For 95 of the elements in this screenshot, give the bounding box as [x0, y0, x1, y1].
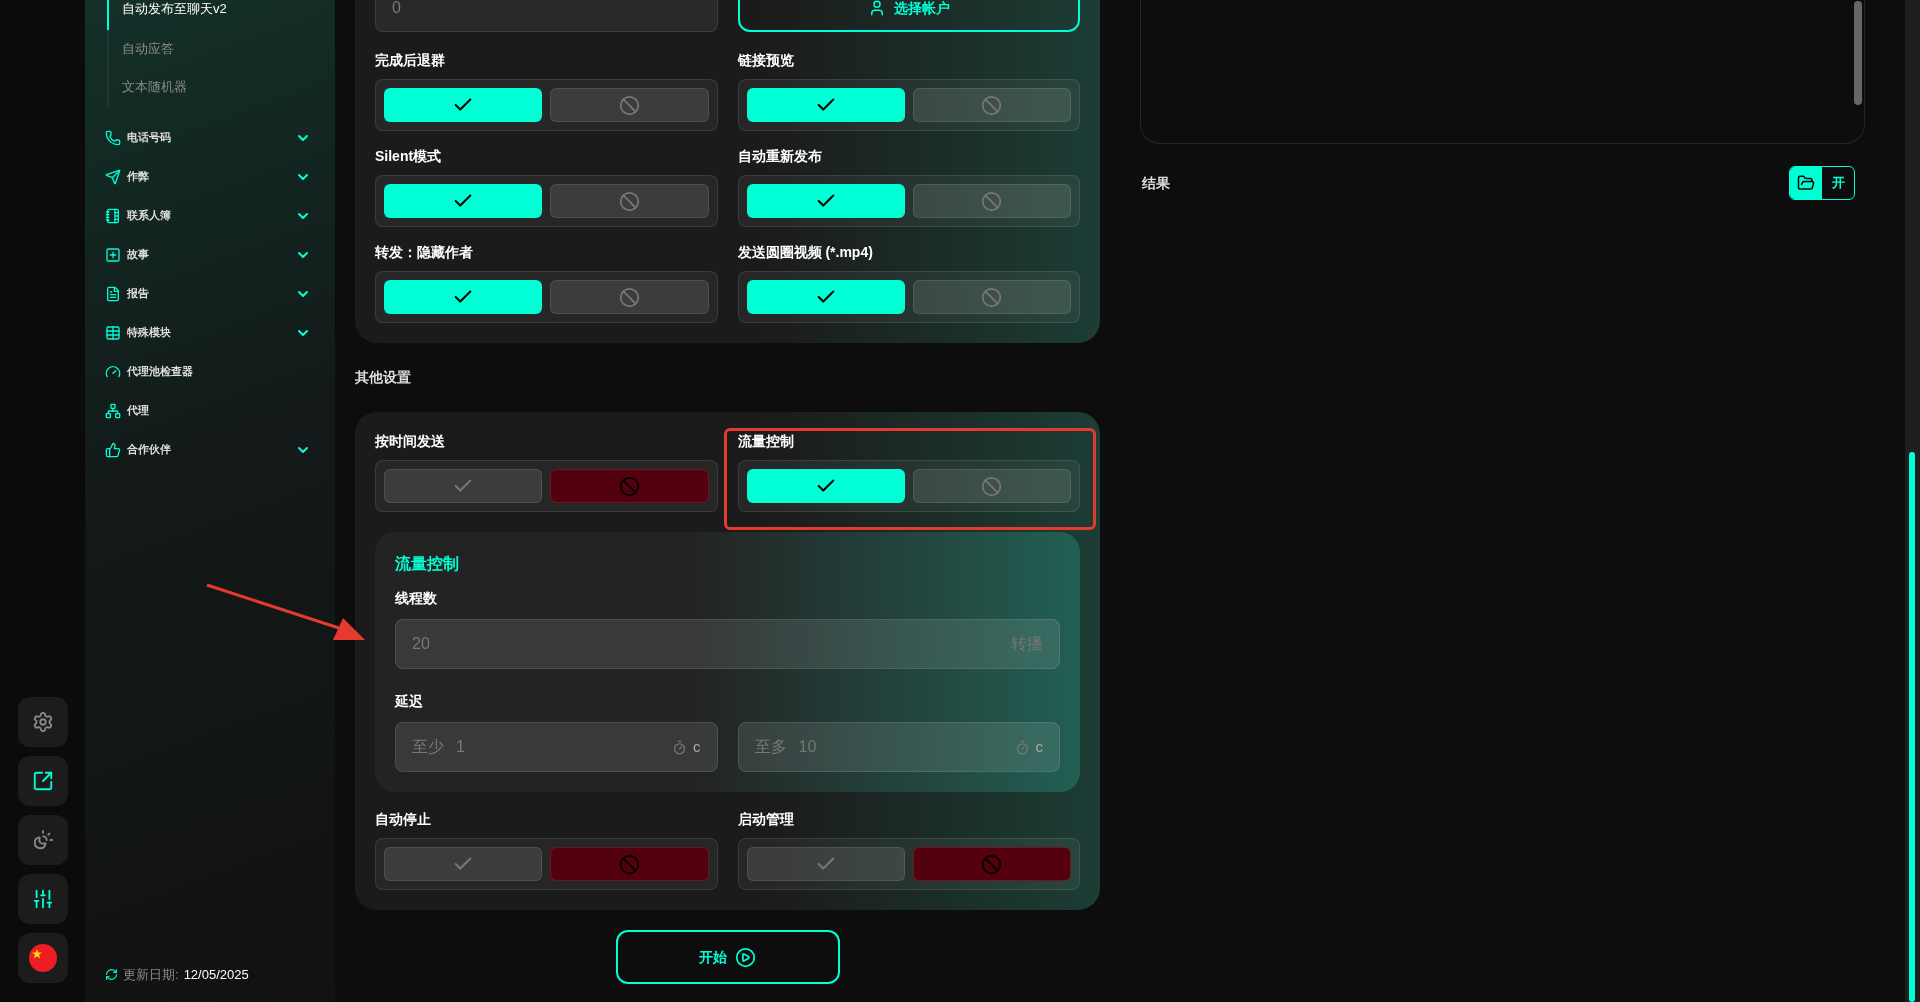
gauge-icon — [105, 363, 121, 380]
sidebar-item[interactable]: 特殊模块 — [105, 313, 315, 352]
plus-square-icon — [105, 246, 121, 263]
field-prefix: 至多 — [754, 737, 787, 757]
select-account-button[interactable]: 选择帐户 — [737, 0, 1080, 32]
timer-icon — [1014, 739, 1030, 755]
scrollbar-thumb[interactable] — [1854, 1, 1862, 105]
sidebar-item[interactable]: 代理 — [105, 391, 315, 430]
text-area[interactable] — [1140, 0, 1865, 144]
field-suffix: 转播 — [1011, 634, 1043, 654]
settings-icon — [31, 711, 54, 733]
number-input[interactable]: 10 — [798, 735, 1003, 759]
submenu-item[interactable]: 自动发布至聊天v2 — [107, 0, 315, 30]
enable-button[interactable] — [384, 184, 543, 218]
toggle-label: 转发：隐藏作者 — [375, 245, 474, 259]
ban-icon — [618, 853, 640, 875]
toggle-label: 启动管理 — [737, 812, 795, 826]
external-link-icon — [31, 770, 54, 792]
toggle-label: Silent模式 — [375, 149, 443, 163]
disable-button[interactable] — [912, 184, 1071, 218]
submenu-item[interactable]: 自动应答 — [107, 30, 315, 68]
ban-icon — [981, 475, 1003, 497]
update-date: 12/05/2025 — [183, 965, 249, 984]
update-label: 更新日期: — [123, 965, 179, 984]
enable-button[interactable] — [384, 88, 543, 122]
thumbs-up-icon — [105, 441, 121, 458]
panel-title: 流量控制 — [395, 554, 460, 574]
toggle-label: 链接预览 — [737, 53, 795, 67]
ban-icon — [618, 94, 640, 116]
sliders-icon — [31, 888, 54, 910]
disable-button[interactable] — [550, 88, 709, 122]
ban-icon — [981, 286, 1003, 308]
number-input[interactable]: 1 — [456, 735, 660, 759]
toggle-label: 自动重新发布 — [737, 149, 823, 163]
paper-plane-icon — [105, 168, 121, 185]
sun-icon — [31, 829, 54, 851]
sidebar-item[interactable]: 报告 — [105, 274, 315, 313]
toggle-label: 流量控制 — [737, 434, 795, 448]
section-title: 其他设置 — [355, 368, 412, 387]
enable-button[interactable] — [746, 184, 905, 218]
toggle-label: 按时间发送 — [375, 434, 446, 448]
rail-button[interactable] — [17, 874, 68, 924]
results-title: 结果 — [1142, 173, 1170, 193]
disable-button[interactable] — [912, 280, 1071, 314]
sidebar-item[interactable]: 电话号码 — [105, 118, 315, 157]
notebook-icon — [105, 207, 121, 224]
toggle-label: 自动停止 — [375, 812, 432, 826]
rail-button[interactable] — [17, 756, 68, 806]
disable-button[interactable] — [912, 847, 1071, 881]
sidebar-item[interactable]: 代理池检查器 — [105, 352, 315, 391]
sidebar-item[interactable]: 合作伙伴 — [105, 430, 315, 469]
disable-button[interactable] — [550, 184, 709, 218]
sidebar-item[interactable]: 联系人簿 — [105, 196, 315, 235]
delay-field[interactable]: 至少 1 c — [395, 722, 718, 772]
field-label: 延迟 — [395, 692, 424, 711]
open-label: 开 — [1830, 174, 1846, 193]
field-unit: c — [693, 736, 701, 757]
number-field[interactable]: 0 — [375, 0, 718, 32]
ban-icon — [618, 286, 640, 308]
start-button[interactable]: 开始 — [615, 930, 840, 984]
table-icon — [105, 324, 121, 341]
submenu-item[interactable]: 文本随机器 — [107, 68, 315, 106]
scrollbar-thumb[interactable] — [1909, 452, 1915, 1002]
disable-button[interactable] — [550, 847, 709, 881]
toggle-label: 发送圆圈视频 (*.mp4) — [737, 245, 874, 259]
field-label: 线程数 — [395, 589, 438, 608]
ban-icon — [618, 190, 640, 212]
field-prefix: 至少 — [412, 737, 444, 757]
disable-button[interactable] — [912, 469, 1071, 503]
refresh-icon — [105, 967, 118, 981]
disable-button[interactable] — [550, 469, 709, 503]
enable-button[interactable] — [746, 88, 905, 122]
disable-button[interactable] — [550, 280, 709, 314]
enable-button[interactable] — [384, 280, 543, 314]
ban-icon — [981, 853, 1003, 875]
disable-button[interactable] — [912, 88, 1071, 122]
field-unit: c — [1035, 736, 1043, 757]
language-button[interactable] — [17, 933, 68, 983]
enable-button[interactable] — [746, 280, 905, 314]
flag-icon — [28, 944, 57, 972]
sidebar-item[interactable]: 作弊 — [105, 157, 315, 196]
ban-icon — [618, 475, 640, 497]
ban-icon — [981, 94, 1003, 116]
timer-icon — [672, 739, 687, 755]
document-icon — [105, 285, 121, 302]
ban-icon — [981, 190, 1003, 212]
enable-button[interactable] — [746, 469, 905, 503]
toggle-label: 完成后退群 — [375, 53, 446, 67]
open-folder-button[interactable]: 开 — [1789, 166, 1855, 200]
play-icon — [735, 946, 756, 968]
number-input[interactable]: 20 — [412, 632, 1011, 656]
network-icon — [105, 402, 121, 419]
phone-icon — [105, 129, 121, 146]
folder-icon — [1797, 174, 1815, 192]
sidebar-item[interactable]: 故事 — [105, 235, 315, 274]
